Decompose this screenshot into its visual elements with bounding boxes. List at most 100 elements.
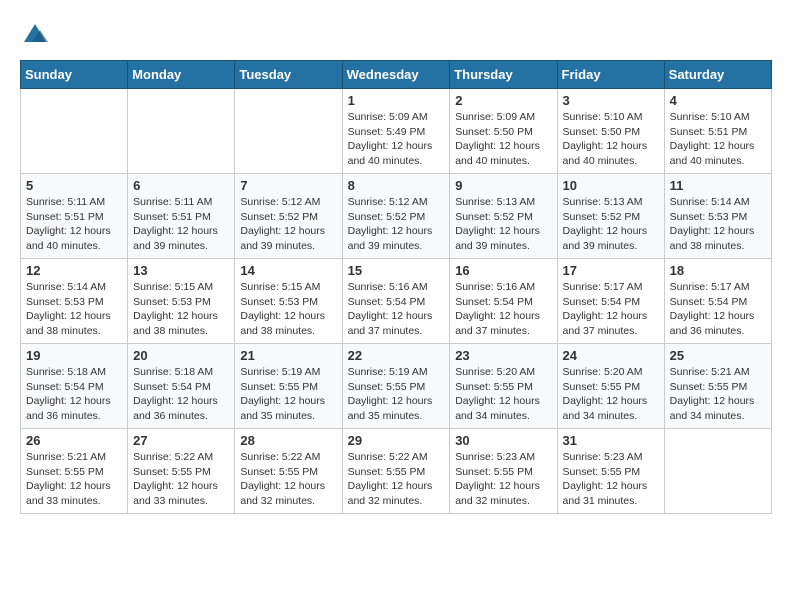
day-number: 29 xyxy=(348,433,445,448)
day-info: Sunrise: 5:12 AMSunset: 5:52 PMDaylight:… xyxy=(348,195,445,254)
day-number: 5 xyxy=(26,178,122,193)
day-info: Sunrise: 5:19 AMSunset: 5:55 PMDaylight:… xyxy=(240,365,336,424)
calendar-cell: 8 Sunrise: 5:12 AMSunset: 5:52 PMDaylight… xyxy=(342,174,450,259)
day-info: Sunrise: 5:10 AMSunset: 5:50 PMDaylight:… xyxy=(563,110,659,169)
calendar-cell: 3 Sunrise: 5:10 AMSunset: 5:50 PMDaylight… xyxy=(557,89,664,174)
day-info: Sunrise: 5:12 AMSunset: 5:52 PMDaylight:… xyxy=(240,195,336,254)
day-info: Sunrise: 5:23 AMSunset: 5:55 PMDaylight:… xyxy=(563,450,659,509)
calendar-week-row: 12 Sunrise: 5:14 AMSunset: 5:53 PMDayligh… xyxy=(21,259,772,344)
calendar-cell: 24Sunrise: 5:20 AMSunset: 5:55 PMDayligh… xyxy=(557,344,664,429)
day-number: 18 xyxy=(670,263,766,278)
weekday-header-wednesday: Wednesday xyxy=(342,61,450,89)
calendar-cell: 5 Sunrise: 5:11 AMSunset: 5:51 PMDaylight… xyxy=(21,174,128,259)
calendar-cell: 28 Sunrise: 5:22 AMSunset: 5:55 PMDayligh… xyxy=(235,429,342,514)
day-number: 7 xyxy=(240,178,336,193)
day-number: 28 xyxy=(240,433,336,448)
day-info: Sunrise: 5:11 AMSunset: 5:51 PMDaylight:… xyxy=(26,195,122,254)
weekday-header-tuesday: Tuesday xyxy=(235,61,342,89)
weekday-header-row: SundayMondayTuesdayWednesdayThursdayFrid… xyxy=(21,61,772,89)
calendar-cell: 19 Sunrise: 5:18 AMSunset: 5:54 PMDayligh… xyxy=(21,344,128,429)
day-info: Sunrise: 5:09 AMSunset: 5:50 PMDaylight:… xyxy=(455,110,551,169)
calendar-cell: 16Sunrise: 5:16 AMSunset: 5:54 PMDayligh… xyxy=(450,259,557,344)
calendar-cell: 22 Sunrise: 5:19 AMSunset: 5:55 PMDayligh… xyxy=(342,344,450,429)
calendar-cell: 10 Sunrise: 5:13 AMSunset: 5:52 PMDayligh… xyxy=(557,174,664,259)
day-number: 22 xyxy=(348,348,445,363)
logo xyxy=(20,20,54,50)
calendar-cell: 11Sunrise: 5:14 AMSunset: 5:53 PMDayligh… xyxy=(664,174,771,259)
calendar-cell: 20 Sunrise: 5:18 AMSunset: 5:54 PMDayligh… xyxy=(128,344,235,429)
calendar-cell: 27 Sunrise: 5:22 AMSunset: 5:55 PMDayligh… xyxy=(128,429,235,514)
calendar-body: 1 Sunrise: 5:09 AMSunset: 5:49 PMDaylight… xyxy=(21,89,772,514)
day-info: Sunrise: 5:13 AMSunset: 5:52 PMDaylight:… xyxy=(563,195,659,254)
calendar-table: SundayMondayTuesdayWednesdayThursdayFrid… xyxy=(20,60,772,514)
day-info: Sunrise: 5:20 AMSunset: 5:55 PMDaylight:… xyxy=(455,365,551,424)
calendar-cell xyxy=(21,89,128,174)
day-info: Sunrise: 5:09 AMSunset: 5:49 PMDaylight:… xyxy=(348,110,445,169)
calendar-cell: 6 Sunrise: 5:11 AMSunset: 5:51 PMDaylight… xyxy=(128,174,235,259)
day-number: 14 xyxy=(240,263,336,278)
calendar-week-row: 5 Sunrise: 5:11 AMSunset: 5:51 PMDaylight… xyxy=(21,174,772,259)
day-info: Sunrise: 5:22 AMSunset: 5:55 PMDaylight:… xyxy=(133,450,229,509)
day-number: 21 xyxy=(240,348,336,363)
calendar-cell: 1 Sunrise: 5:09 AMSunset: 5:49 PMDaylight… xyxy=(342,89,450,174)
day-number: 6 xyxy=(133,178,229,193)
day-info: Sunrise: 5:21 AMSunset: 5:55 PMDaylight:… xyxy=(26,450,122,509)
weekday-header-sunday: Sunday xyxy=(21,61,128,89)
day-info: Sunrise: 5:15 AMSunset: 5:53 PMDaylight:… xyxy=(133,280,229,339)
day-number: 8 xyxy=(348,178,445,193)
day-info: Sunrise: 5:18 AMSunset: 5:54 PMDaylight:… xyxy=(26,365,122,424)
calendar-cell: 15 Sunrise: 5:16 AMSunset: 5:54 PMDayligh… xyxy=(342,259,450,344)
calendar-cell: 30Sunrise: 5:23 AMSunset: 5:55 PMDayligh… xyxy=(450,429,557,514)
calendar-cell: 7 Sunrise: 5:12 AMSunset: 5:52 PMDaylight… xyxy=(235,174,342,259)
day-number: 10 xyxy=(563,178,659,193)
day-number: 19 xyxy=(26,348,122,363)
day-info: Sunrise: 5:15 AMSunset: 5:53 PMDaylight:… xyxy=(240,280,336,339)
day-number: 27 xyxy=(133,433,229,448)
day-number: 20 xyxy=(133,348,229,363)
calendar-week-row: 1 Sunrise: 5:09 AMSunset: 5:49 PMDaylight… xyxy=(21,89,772,174)
calendar-week-row: 26Sunrise: 5:21 AMSunset: 5:55 PMDayligh… xyxy=(21,429,772,514)
day-info: Sunrise: 5:22 AMSunset: 5:55 PMDaylight:… xyxy=(348,450,445,509)
calendar-cell: 13 Sunrise: 5:15 AMSunset: 5:53 PMDayligh… xyxy=(128,259,235,344)
calendar-cell: 29 Sunrise: 5:22 AMSunset: 5:55 PMDayligh… xyxy=(342,429,450,514)
day-number: 4 xyxy=(670,93,766,108)
day-info: Sunrise: 5:21 AMSunset: 5:55 PMDaylight:… xyxy=(670,365,766,424)
day-info: Sunrise: 5:22 AMSunset: 5:55 PMDaylight:… xyxy=(240,450,336,509)
calendar-week-row: 19 Sunrise: 5:18 AMSunset: 5:54 PMDayligh… xyxy=(21,344,772,429)
calendar-cell xyxy=(128,89,235,174)
weekday-header-saturday: Saturday xyxy=(664,61,771,89)
calendar-cell: 21 Sunrise: 5:19 AMSunset: 5:55 PMDayligh… xyxy=(235,344,342,429)
day-info: Sunrise: 5:19 AMSunset: 5:55 PMDaylight:… xyxy=(348,365,445,424)
day-info: Sunrise: 5:11 AMSunset: 5:51 PMDaylight:… xyxy=(133,195,229,254)
weekday-header-monday: Monday xyxy=(128,61,235,89)
calendar-cell: 23 Sunrise: 5:20 AMSunset: 5:55 PMDayligh… xyxy=(450,344,557,429)
day-number: 13 xyxy=(133,263,229,278)
calendar-cell: 9 Sunrise: 5:13 AMSunset: 5:52 PMDaylight… xyxy=(450,174,557,259)
calendar-cell: 4 Sunrise: 5:10 AMSunset: 5:51 PMDaylight… xyxy=(664,89,771,174)
day-number: 23 xyxy=(455,348,551,363)
calendar-cell: 31Sunrise: 5:23 AMSunset: 5:55 PMDayligh… xyxy=(557,429,664,514)
calendar-cell xyxy=(664,429,771,514)
day-number: 11 xyxy=(670,178,766,193)
calendar-header: SundayMondayTuesdayWednesdayThursdayFrid… xyxy=(21,61,772,89)
calendar-cell: 17Sunrise: 5:17 AMSunset: 5:54 PMDayligh… xyxy=(557,259,664,344)
day-info: Sunrise: 5:10 AMSunset: 5:51 PMDaylight:… xyxy=(670,110,766,169)
logo-icon xyxy=(20,20,50,50)
day-number: 9 xyxy=(455,178,551,193)
day-info: Sunrise: 5:20 AMSunset: 5:55 PMDaylight:… xyxy=(563,365,659,424)
weekday-header-friday: Friday xyxy=(557,61,664,89)
calendar-cell: 25Sunrise: 5:21 AMSunset: 5:55 PMDayligh… xyxy=(664,344,771,429)
day-info: Sunrise: 5:17 AMSunset: 5:54 PMDaylight:… xyxy=(670,280,766,339)
day-info: Sunrise: 5:16 AMSunset: 5:54 PMDaylight:… xyxy=(348,280,445,339)
day-info: Sunrise: 5:18 AMSunset: 5:54 PMDaylight:… xyxy=(133,365,229,424)
day-number: 1 xyxy=(348,93,445,108)
day-number: 15 xyxy=(348,263,445,278)
day-number: 2 xyxy=(455,93,551,108)
day-number: 17 xyxy=(563,263,659,278)
day-info: Sunrise: 5:16 AMSunset: 5:54 PMDaylight:… xyxy=(455,280,551,339)
day-number: 3 xyxy=(563,93,659,108)
calendar-cell: 2 Sunrise: 5:09 AMSunset: 5:50 PMDaylight… xyxy=(450,89,557,174)
day-info: Sunrise: 5:13 AMSunset: 5:52 PMDaylight:… xyxy=(455,195,551,254)
day-number: 12 xyxy=(26,263,122,278)
day-info: Sunrise: 5:14 AMSunset: 5:53 PMDaylight:… xyxy=(26,280,122,339)
